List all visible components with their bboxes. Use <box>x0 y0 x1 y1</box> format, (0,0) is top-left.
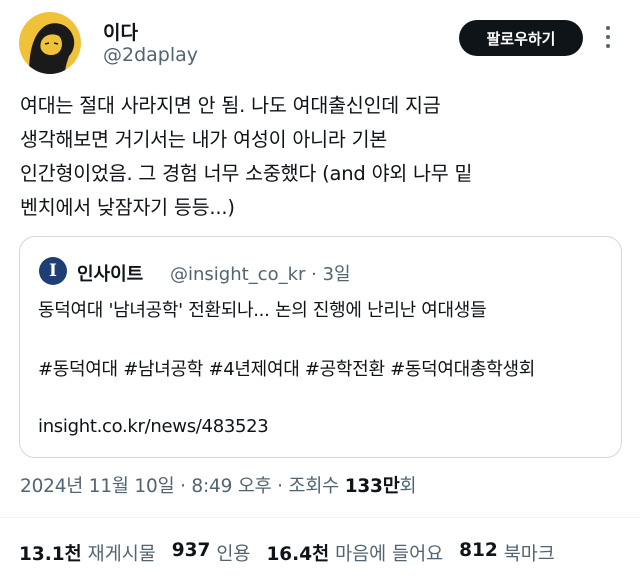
author-display-name[interactable]: 이다 <box>103 18 138 45</box>
likes-count: 16.4천 <box>266 544 330 565</box>
quoted-hashtags[interactable]: #동덕여대 #남녀공학 #4년제여대 #공학전환 #동덕여대총학생회 <box>38 355 535 381</box>
quoted-author-avatar: I <box>39 257 67 285</box>
bookmarks-count: 812 <box>459 540 498 561</box>
quotes-stat[interactable]: 937 인용 <box>172 540 251 566</box>
author-avatar[interactable] <box>19 12 81 74</box>
reposts-label: 재게시물 <box>87 544 156 565</box>
divider <box>0 517 640 518</box>
bookmarks-stat[interactable]: 812 북마크 <box>459 540 555 566</box>
author-handle[interactable]: @2daplay <box>103 44 198 66</box>
views-count: 133만 <box>344 476 400 497</box>
engagement-stats: 13.1천 재게시물 937 인용 16.4천 마음에 들어요 812 북마크 <box>19 540 555 566</box>
follow-button[interactable]: 팔로우하기 <box>459 20 583 56</box>
quotes-label: 인용 <box>216 544 251 565</box>
bookmarks-label: 북마크 <box>503 544 555 565</box>
timestamp-date: 2024년 11월 10일 · 8:49 오후 · 조회수 <box>20 476 345 497</box>
quoted-author-name: 인사이트 <box>77 264 144 285</box>
reposts-count: 13.1천 <box>19 544 82 565</box>
tweet-timestamp[interactable]: 2024년 11월 10일 · 8:49 오후 · 조회수 133만회 <box>20 472 417 498</box>
quoted-author-meta: @insight_co_kr · 3일 <box>170 264 351 285</box>
likes-label: 마음에 들어요 <box>335 544 444 565</box>
views-suffix: 회 <box>399 476 417 497</box>
quoted-link[interactable]: insight.co.kr/news/483523 <box>38 416 269 437</box>
quotes-count: 937 <box>171 540 211 561</box>
reposts-stat[interactable]: 13.1천 재게시물 <box>19 540 156 566</box>
quoted-headline: 동덕여대 '남녀공학' 전환되나... 논의 진행에 난리난 여대생들 <box>38 300 487 321</box>
more-icon[interactable] <box>598 26 618 48</box>
likes-stat[interactable]: 16.4천 마음에 들어요 <box>266 540 443 566</box>
tweet-text: 여대는 절대 사라지면 안 됨. 나도 여대출신인데 지금 생각해보면 거기서는… <box>20 94 473 219</box>
